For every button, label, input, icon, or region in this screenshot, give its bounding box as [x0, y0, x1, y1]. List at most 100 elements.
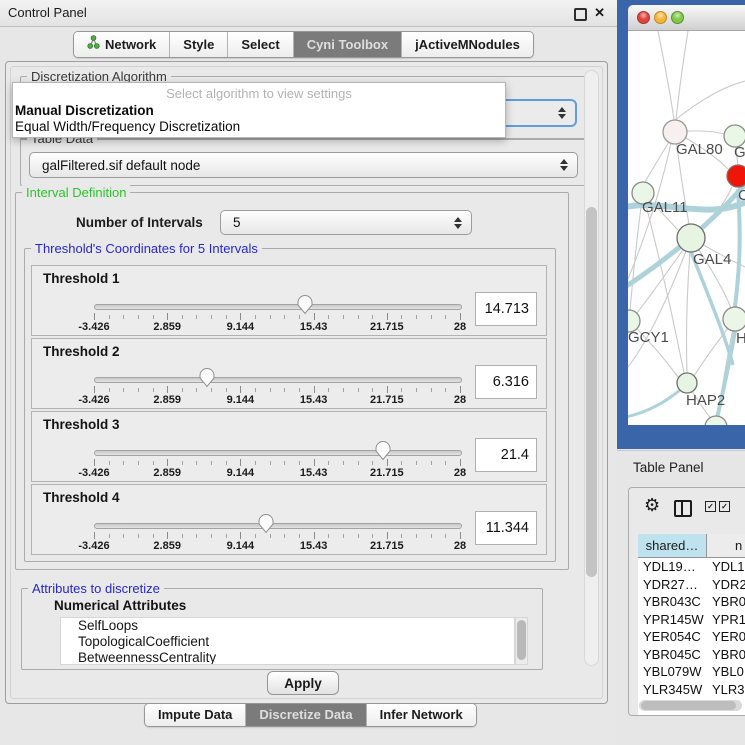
- network-edge[interactable]: [643, 193, 684, 373]
- network-node-HAP2[interactable]: [677, 373, 697, 393]
- checkbox-icon[interactable]: ✓: [719, 501, 730, 512]
- cell-name: YBR0: [707, 593, 745, 611]
- tab-network[interactable]: Network: [74, 32, 169, 57]
- network-edge[interactable]: [658, 31, 674, 120]
- algorithm-option-manual[interactable]: Manual Discretization: [15, 103, 154, 118]
- table-panel: ⚙ ✓ ✓ shared… n YDL19…YDL1YDR27…YDR2YBR0…: [628, 487, 745, 716]
- slider-tick: [387, 532, 388, 539]
- slider-thumb[interactable]: [296, 294, 314, 320]
- slider-tick: [401, 534, 402, 538]
- cell-shared-name: YBR045C: [638, 646, 707, 664]
- attributes-scrollbar-thumb[interactable]: [517, 620, 526, 660]
- attribute-item[interactable]: TopologicalCoefficient: [61, 634, 514, 650]
- network-edge[interactable]: [687, 238, 692, 373]
- table-panel-title: Table Panel: [633, 460, 704, 475]
- cell-shared-name: YDL19…: [638, 558, 707, 576]
- attribute-item[interactable]: BetweennessCentrality: [61, 650, 514, 665]
- slider-tick-label: 15.43: [300, 321, 328, 333]
- column-header-name[interactable]: n: [707, 534, 745, 558]
- network-node-H-partial[interactable]: [723, 307, 745, 331]
- tab-jactivemnodules[interactable]: jActiveMNodules: [401, 32, 533, 57]
- slider-tick: [314, 386, 315, 393]
- slider-tick-label: 9.144: [227, 540, 255, 552]
- slider-thumb[interactable]: [374, 440, 392, 466]
- slider-tick: [328, 461, 329, 465]
- network-view-window[interactable]: GAL80GACGAL11GAL4GCY1HHAP2: [617, 0, 745, 449]
- slider-tick: [240, 386, 241, 393]
- network-node-red-node[interactable]: [727, 165, 745, 187]
- table-row[interactable]: YER054CYER0: [638, 628, 745, 646]
- table-row[interactable]: YDR27…YDR2: [638, 576, 745, 594]
- tab-select[interactable]: Select: [227, 32, 292, 57]
- slider-tick: [416, 388, 417, 392]
- table-row[interactable]: YDL19…YDL1: [638, 558, 745, 576]
- zoom-light[interactable]: [671, 11, 684, 24]
- slider-tick: [270, 315, 271, 319]
- table-header: shared… n: [638, 534, 745, 558]
- panel-scrollbar-thumb[interactable]: [586, 207, 597, 577]
- algorithm-option-equal-width[interactable]: Equal Width/Frequency Discretization: [15, 119, 240, 134]
- bottom-tab-discretize-data[interactable]: Discretize Data: [245, 704, 365, 726]
- numerical-attributes-list[interactable]: SelfLoopsTopologicalCoefficientBetweenne…: [60, 617, 515, 665]
- slider-track[interactable]: [94, 523, 462, 529]
- checkbox-icon[interactable]: ✓: [705, 501, 716, 512]
- slider-tick: [358, 461, 359, 465]
- network-edge-highlighted[interactable]: [628, 384, 687, 417]
- close-icon[interactable]: ✕: [594, 5, 605, 21]
- gear-icon[interactable]: ⚙: [644, 495, 660, 516]
- panel-scrollbar[interactable]: [584, 70, 599, 666]
- slider-thumb[interactable]: [198, 367, 216, 393]
- network-edge[interactable]: [628, 238, 691, 367]
- slider-tick: [226, 388, 227, 392]
- table-row[interactable]: YBR043CYBR0: [638, 593, 745, 611]
- tab-cyni-toolbox[interactable]: Cyni Toolbox: [293, 32, 401, 57]
- num-intervals-combo[interactable]: 5: [220, 210, 472, 235]
- numerical-attributes-title: Numerical Attributes: [54, 598, 186, 613]
- attributes-scrollbar[interactable]: [515, 617, 528, 665]
- slider-tick: [167, 386, 168, 393]
- apply-button[interactable]: Apply: [267, 671, 339, 695]
- table-data-combo[interactable]: galFiltered.sif default node: [29, 152, 578, 178]
- slider-tick: [416, 534, 417, 538]
- slider-tick: [284, 461, 285, 465]
- tab-style[interactable]: Style: [169, 32, 227, 57]
- threshold-value-field[interactable]: 11.344: [475, 511, 537, 545]
- cell-name: YER0: [707, 628, 745, 646]
- slider-tick: [94, 386, 95, 393]
- slider-tick: [94, 459, 95, 466]
- slider-track[interactable]: [94, 377, 462, 383]
- network-canvas[interactable]: GAL80GACGAL11GAL4GCY1HHAP2: [628, 31, 745, 425]
- split-columns-icon[interactable]: [674, 500, 692, 517]
- threshold-value-field[interactable]: 6.316: [475, 365, 537, 399]
- network-window-titlebar[interactable]: [628, 5, 745, 31]
- slider-thumb[interactable]: [257, 513, 275, 539]
- bottom-tab-impute-data[interactable]: Impute Data: [145, 704, 245, 726]
- network-edge[interactable]: [675, 81, 745, 120]
- network-edge-highlighted[interactable]: [691, 252, 733, 365]
- slider-track[interactable]: [94, 450, 462, 456]
- float-window-icon[interactable]: [574, 8, 587, 21]
- table-hscroll-thumb[interactable]: [641, 701, 736, 710]
- table-row[interactable]: YLR345WYLR3: [638, 681, 745, 699]
- attribute-item[interactable]: SelfLoops: [61, 618, 514, 634]
- slider-tick: [401, 461, 402, 465]
- threshold-value-field[interactable]: 14.713: [475, 292, 537, 326]
- column-visibility-icons[interactable]: ✓ ✓: [705, 501, 730, 512]
- slider-tick-label: 28: [454, 540, 466, 552]
- bottom-tab-infer-network[interactable]: Infer Network: [366, 704, 476, 726]
- network-node-GAL4[interactable]: [677, 224, 705, 252]
- table-horizontal-scrollbar[interactable]: [639, 700, 742, 711]
- table-row[interactable]: YBR045CYBR0: [638, 646, 745, 664]
- threshold-value-field[interactable]: 21.4: [475, 438, 537, 472]
- network-edge[interactable]: [676, 31, 688, 120]
- minimize-light[interactable]: [654, 11, 667, 24]
- table-row[interactable]: YPR145WYPR1: [638, 611, 745, 629]
- slider-tick: [196, 388, 197, 392]
- slider-tick: [211, 461, 212, 465]
- slider-tick: [431, 461, 432, 465]
- close-light[interactable]: [637, 11, 650, 24]
- slider-track[interactable]: [94, 304, 462, 310]
- column-header-shared-name[interactable]: shared…: [638, 534, 707, 558]
- table-row[interactable]: YBL079WYBL0: [638, 663, 745, 681]
- network-node-bottom-node[interactable]: [705, 416, 727, 425]
